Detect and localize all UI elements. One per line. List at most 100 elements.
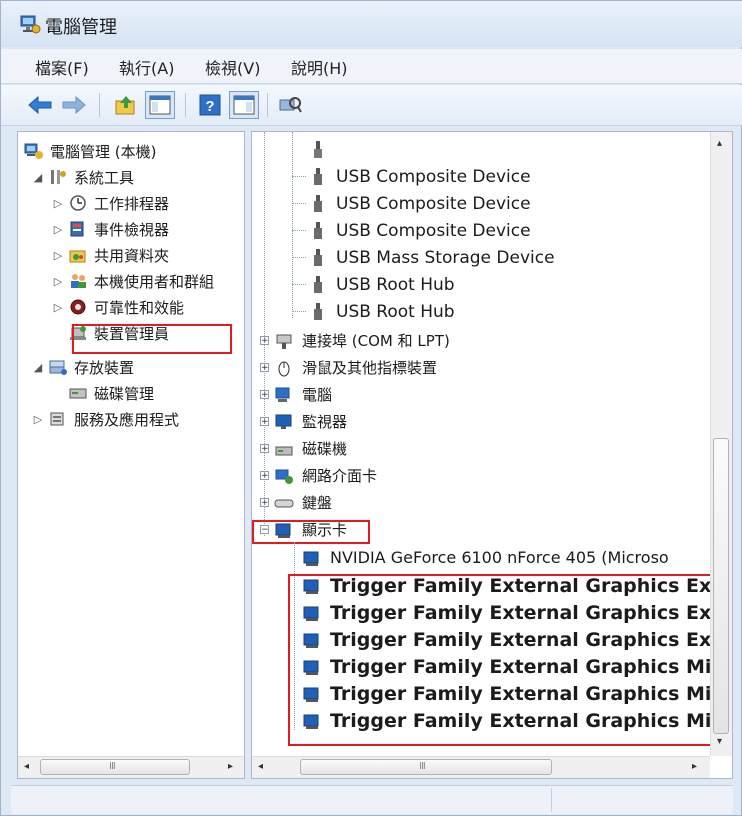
scan-hardware-icon (279, 97, 302, 113)
category-label: 電腦 (302, 386, 333, 404)
expand-plus-icon[interactable]: + (260, 444, 269, 454)
menu-file[interactable]: 檔案(F) (35, 55, 89, 79)
device-item[interactable]: USB Composite Device (308, 190, 531, 217)
menu-view[interactable]: 檢視(V) (205, 55, 260, 79)
category-mice[interactable]: 滑鼠及其他指標裝置 (274, 354, 437, 381)
device-item[interactable]: USB Composite Device (308, 163, 531, 190)
scroll-left-arrow-icon[interactable]: ◂ (24, 761, 29, 772)
collapse-arrow-icon[interactable]: ◢ (32, 171, 44, 184)
forward-arrow-icon (62, 95, 86, 115)
monitor-icon (275, 414, 292, 429)
tree-line (292, 132, 293, 318)
storage-icon (49, 360, 67, 375)
collapse-minus-icon[interactable]: − (260, 525, 269, 535)
display-adapter-icon (303, 687, 319, 702)
expand-plus-icon[interactable]: + (260, 336, 269, 346)
scroll-left-arrow-icon[interactable]: ◂ (258, 761, 263, 772)
tree-item-shared-folders[interactable]: ▷ 共用資料夾 (52, 242, 169, 268)
tree-line (294, 542, 295, 730)
back-button[interactable] (25, 91, 55, 119)
device-label: USB Root Hub (336, 274, 455, 295)
tree-item-services[interactable]: ▷ 服務及應用程式 (32, 406, 179, 432)
adapter-item-trigger[interactable]: Trigger Family External Graphics Mirror (302, 653, 732, 680)
tree-item-computer-management[interactable]: 電腦管理 (本機) (24, 138, 156, 164)
category-computer[interactable]: 電腦 (274, 381, 332, 408)
scrollbar-thumb[interactable] (713, 438, 729, 734)
display-adapter-icon (275, 523, 291, 538)
scrollbar-thumb[interactable]: III (40, 759, 190, 775)
display-adapter-icon (303, 606, 319, 621)
display-adapter-icon (303, 714, 319, 729)
category-label: 網路介面卡 (302, 467, 378, 485)
device-item[interactable]: USB Composite Device (308, 217, 531, 244)
left-horizontal-scrollbar[interactable]: ◂ III ▸ (18, 756, 244, 778)
adapter-item-trigger[interactable]: Trigger Family External Graphics Mirror (302, 680, 733, 707)
category-display-adapters[interactable]: 顯示卡 (274, 516, 347, 543)
display-adapter-icon (303, 579, 319, 594)
tree-item-local-users[interactable]: ▷ 本機使用者和群組 (52, 268, 214, 294)
up-level-button[interactable] (111, 91, 141, 119)
scroll-down-arrow-icon[interactable]: ▾ (717, 736, 722, 747)
expand-arrow-icon[interactable]: ▷ (52, 275, 64, 288)
expand-plus-icon[interactable]: + (260, 390, 269, 400)
expand-plus-icon[interactable]: + (260, 363, 269, 373)
performance-icon (70, 299, 86, 315)
adapter-item-nvidia[interactable]: NVIDIA GeForce 6100 nForce 405 (Microso (302, 544, 669, 571)
menu-help[interactable]: 說明(H) (291, 55, 348, 79)
forward-button[interactable] (59, 91, 89, 119)
adapter-item-trigger[interactable]: Trigger Family External Graphics Extend (302, 599, 732, 626)
device-item[interactable]: USB Mass Storage Device (308, 244, 555, 271)
properties-icon (233, 95, 255, 115)
usb-icon (314, 194, 322, 212)
category-monitors[interactable]: 監視器 (274, 408, 347, 435)
adapter-label: Trigger Family External Graphics Mirror (330, 682, 733, 705)
category-label: 監視器 (302, 413, 348, 431)
right-horizontal-scrollbar[interactable]: ◂ III ▸ (252, 756, 710, 778)
expand-plus-icon[interactable]: + (260, 417, 269, 427)
scroll-up-arrow-icon[interactable]: ▴ (717, 138, 722, 149)
scroll-right-arrow-icon[interactable]: ▸ (692, 761, 697, 772)
tree-label: 工作排程器 (94, 194, 170, 213)
category-disk-drives[interactable]: 磁碟機 (274, 435, 347, 462)
scrollbar-grip: III (419, 761, 426, 772)
clock-icon (70, 195, 86, 211)
tree-item-task-scheduler[interactable]: ▷ 工作排程器 (52, 190, 169, 216)
console-tree-pane: 電腦管理 (本機) ◢ 系統工具 ▷ 工作排程器 ▷ 事件檢視器 ▷ 共用資料夾… (17, 131, 245, 779)
expand-arrow-icon[interactable]: ▷ (52, 197, 64, 210)
right-vertical-scrollbar[interactable]: ▴ ▾ (710, 132, 732, 756)
scan-hardware-button[interactable] (275, 91, 305, 119)
tree-item-event-viewer[interactable]: ▷ 事件檢視器 (52, 216, 169, 242)
show-action-pane-button[interactable] (229, 91, 259, 119)
expand-plus-icon[interactable]: + (260, 471, 269, 481)
tree-item-storage[interactable]: ◢ 存放裝置 (32, 354, 134, 380)
expand-arrow-icon[interactable]: ▷ (52, 301, 64, 314)
adapter-item-trigger[interactable]: Trigger Family External Graphics Extend (302, 572, 732, 599)
tree-item-reliability[interactable]: ▷ 可靠性和效能 (52, 294, 184, 320)
toolbar-separator (185, 93, 186, 117)
expand-plus-icon[interactable]: + (260, 498, 269, 508)
adapter-item-trigger[interactable]: Trigger Family External Graphics Extend (302, 626, 732, 653)
expand-arrow-icon[interactable]: ▷ (32, 413, 44, 426)
help-button[interactable]: ? (195, 91, 225, 119)
show-hide-tree-button[interactable] (145, 91, 175, 119)
category-network-adapters[interactable]: 網路介面卡 (274, 462, 377, 489)
category-ports[interactable]: 連接埠 (COM 和 LPT) (274, 327, 450, 354)
device-item[interactable]: USB Root Hub (308, 271, 455, 298)
category-keyboards[interactable]: 鍵盤 (274, 489, 332, 516)
tree-item-disk-management[interactable]: 磁碟管理 (68, 380, 154, 406)
device-item[interactable]: USB Root Hub (308, 298, 455, 325)
shared-folder-icon (69, 250, 86, 263)
expand-arrow-icon[interactable]: ▷ (52, 223, 64, 236)
menu-action[interactable]: 執行(A) (119, 55, 174, 79)
tree-item-system-tools[interactable]: ◢ 系統工具 (32, 164, 134, 190)
scrollbar-thumb[interactable]: III (300, 759, 552, 775)
scroll-right-arrow-icon[interactable]: ▸ (228, 761, 233, 772)
window-title: 電腦管理 (45, 17, 117, 38)
adapter-item-trigger[interactable]: Trigger Family External Graphics Mirror (302, 707, 732, 734)
port-icon (276, 334, 292, 349)
usb-icon (314, 248, 322, 266)
tree-item-device-manager[interactable]: 裝置管理員 (68, 320, 169, 346)
collapse-arrow-icon[interactable]: ◢ (32, 361, 44, 374)
expand-arrow-icon[interactable]: ▷ (52, 249, 64, 262)
services-icon (50, 412, 64, 426)
